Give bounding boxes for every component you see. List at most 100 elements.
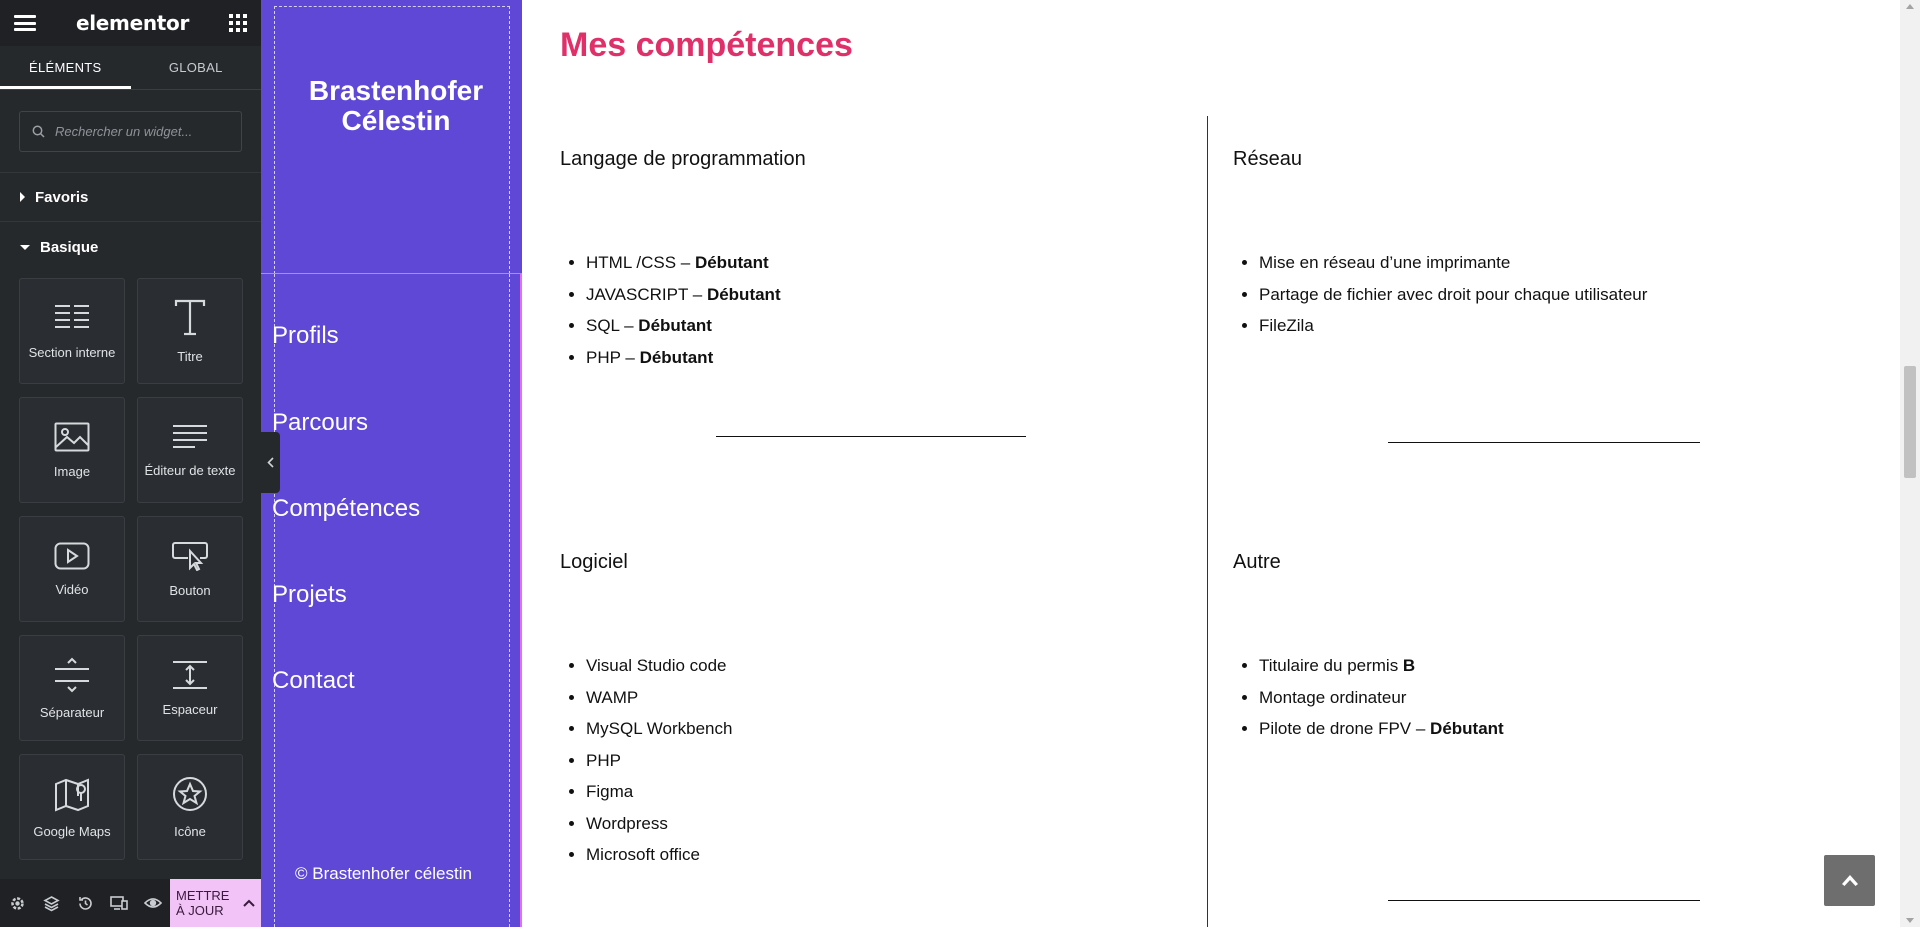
item-text: Titulaire du permis xyxy=(1259,656,1403,675)
page-title: Mes compétences xyxy=(560,26,853,64)
item-text: SQL – xyxy=(586,316,639,335)
divider-icon xyxy=(55,657,89,692)
list-item: Wordpress xyxy=(586,808,732,840)
item-level: B xyxy=(1402,656,1416,675)
widget-label: Éditeur de texte xyxy=(144,462,236,478)
item-text: Microsoft office xyxy=(586,845,701,864)
video-icon xyxy=(54,542,90,569)
skills-list-autre: Titulaire du permis B Montage ordinateur… xyxy=(1233,650,1504,745)
panel-footer: METTRE À JOUR xyxy=(0,879,261,927)
item-text: Figma xyxy=(586,782,634,801)
responsive-icon[interactable] xyxy=(102,879,136,927)
category-label: Favoris xyxy=(35,188,89,206)
site-sidebar: Brastenhofer Célestin Profils Parcours C… xyxy=(261,0,522,927)
preview-icon[interactable] xyxy=(136,879,170,927)
list-item: Visual Studio code xyxy=(586,650,732,682)
item-text: Pilote de drone FPV – xyxy=(1259,719,1431,738)
list-item: Pilote de drone FPV – Débutant xyxy=(1259,713,1504,745)
nav-link-parcours[interactable]: Parcours xyxy=(272,409,368,437)
scroll-to-top-button[interactable] xyxy=(1824,855,1875,906)
widget-label: Google Maps xyxy=(33,823,111,839)
widget-label: Section interne xyxy=(28,344,116,360)
list-item: WAMP xyxy=(586,682,732,714)
chevron-up-icon xyxy=(243,899,255,907)
spacer-icon xyxy=(173,660,207,689)
list-item: Titulaire du permis B xyxy=(1259,650,1504,682)
nav-link-contact[interactable]: Contact xyxy=(272,667,355,695)
category-favoris[interactable]: Favoris xyxy=(0,172,261,222)
nav-link-competences[interactable]: Compétences xyxy=(272,495,420,523)
list-item: SQL – Débutant xyxy=(586,310,781,342)
arrow-up-icon xyxy=(1841,875,1858,886)
page-scrollbar[interactable] xyxy=(1900,0,1920,927)
caret-down-icon xyxy=(20,244,30,250)
list-item: PHP xyxy=(586,745,732,777)
widget-label: Bouton xyxy=(169,582,211,598)
widget-text-editor[interactable]: Éditeur de texte xyxy=(137,397,243,503)
widget-video[interactable]: Vidéo xyxy=(19,516,125,622)
scrollbar-thumb[interactable] xyxy=(1904,366,1916,478)
site-title: Brastenhofer Célestin xyxy=(308,75,484,136)
widget-label: Séparateur xyxy=(39,704,105,720)
settings-icon[interactable] xyxy=(0,879,34,927)
column-divider xyxy=(1207,116,1208,927)
panel-collapse-handle[interactable] xyxy=(261,432,280,493)
widget-label: Icône xyxy=(174,823,206,839)
skills-list-programmation: HTML /CSS – Débutant JAVASCRIPT – Débuta… xyxy=(560,247,781,373)
section-title-autre: Autre xyxy=(1233,551,1281,573)
widget-label: Vidéo xyxy=(55,581,89,597)
widget-inner-section[interactable]: Section interne xyxy=(19,278,125,384)
menu-icon[interactable] xyxy=(14,15,36,31)
text-editor-icon xyxy=(173,424,207,448)
widget-google-maps[interactable]: Google Maps xyxy=(19,754,125,860)
widget-search-input[interactable] xyxy=(55,124,233,139)
widget-spacer[interactable]: Espaceur xyxy=(137,635,243,741)
list-item: Microsoft office xyxy=(586,839,732,871)
copyright-text: © Brastenhofer célestin xyxy=(295,864,472,883)
main-content: Mes compétences Langage de programmation… xyxy=(522,0,1900,927)
history-icon[interactable] xyxy=(68,879,102,927)
separator-line xyxy=(1388,442,1700,443)
widget-icon[interactable]: Icône xyxy=(137,754,243,860)
item-text: Partage de fichier avec droit pour chaqu… xyxy=(1259,284,1648,304)
list-item: MySQL Workbench xyxy=(586,713,732,745)
scroll-up-arrow-icon[interactable] xyxy=(1906,4,1914,9)
skills-list-reseau: Mise en réseau d’une imprimante Partage … xyxy=(1233,247,1647,342)
category-basique[interactable]: Basique xyxy=(0,222,261,272)
widget-divider[interactable]: Séparateur xyxy=(19,635,125,741)
item-text: Visual Studio code xyxy=(586,656,727,675)
item-text: PHP xyxy=(586,750,621,770)
item-text: HTML /CSS – xyxy=(586,253,695,272)
widget-button[interactable]: Bouton xyxy=(137,516,243,622)
section-title-reseau: Réseau xyxy=(1233,148,1302,170)
button-icon xyxy=(172,541,208,571)
list-item: Partage de fichier avec droit pour chaqu… xyxy=(1259,279,1647,311)
separator-line xyxy=(716,436,1026,437)
item-text: WAMP xyxy=(586,687,639,707)
widget-heading[interactable]: Titre xyxy=(137,278,243,384)
elementor-panel: elementor ÉLÉMENTS GLOBAL Favoris Basiqu… xyxy=(0,0,261,927)
tab-global[interactable]: GLOBAL xyxy=(131,46,262,89)
skills-list-logiciel: Visual Studio code WAMP MySQL Workbench … xyxy=(560,650,732,871)
item-text: FileZila xyxy=(1259,316,1314,335)
widgets-grid-icon[interactable] xyxy=(229,14,247,32)
separator-line xyxy=(1388,900,1700,901)
list-item: Mise en réseau d’une imprimante xyxy=(1259,247,1647,279)
list-item: Figma xyxy=(586,776,732,808)
list-item: PHP – Débutant xyxy=(586,342,781,374)
navigator-icon[interactable] xyxy=(34,879,68,927)
item-level: Débutant xyxy=(639,347,714,367)
section-outline xyxy=(274,6,510,274)
item-text: MySQL Workbench xyxy=(586,719,733,738)
update-button[interactable]: METTRE À JOUR xyxy=(170,879,261,927)
tab-elements[interactable]: ÉLÉMENTS xyxy=(0,46,131,89)
nav-link-profils[interactable]: Profils xyxy=(272,322,339,350)
widget-label: Image xyxy=(53,463,91,479)
widget-grid: Section interne Titre Image Éditeur de t… xyxy=(0,272,261,860)
inner-section-icon xyxy=(55,304,89,328)
nav-link-projets[interactable]: Projets xyxy=(272,581,347,609)
search-icon xyxy=(32,125,45,138)
google-maps-icon xyxy=(55,778,89,811)
scroll-down-arrow-icon[interactable] xyxy=(1906,918,1914,923)
widget-image[interactable]: Image xyxy=(19,397,125,503)
